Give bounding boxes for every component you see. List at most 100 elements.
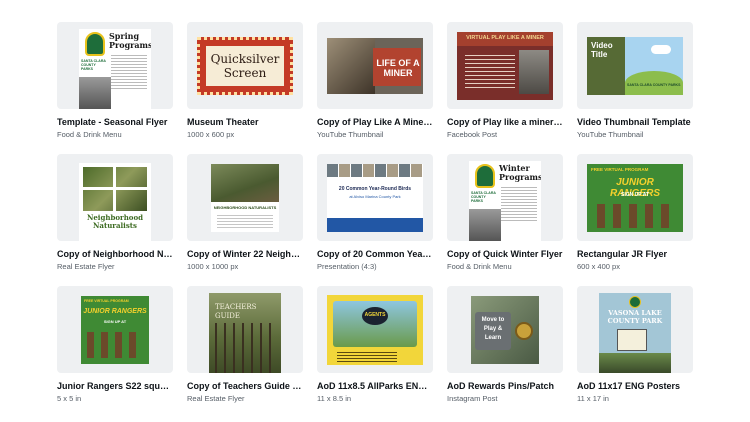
thumbnail-heading: TEACHERS GUIDE [215,303,257,320]
thumbnail-text-lines [111,53,147,89]
design-title[interactable]: AoD 11x8.5 AllParks ENG/S... [317,381,433,392]
design-thumbnail-area[interactable]: Quicksilver Screen [187,22,303,109]
thumbnail-heading: Video Title [591,40,613,59]
design-title[interactable]: Copy of 20 Common Year-... [317,249,433,260]
design-thumbnail-area[interactable]: FREE VIRTUAL PROGRAM JUNIOR RANGERS SIGN… [57,286,173,373]
design-title[interactable]: Video Thumbnail Template [577,117,693,128]
design-thumbnail[interactable]: NEIGHBORHOOD NATURALISTS [211,163,279,232]
design-card[interactable]: Video Title SANTA CLARA COUNTY PARKS Vid… [577,22,693,140]
design-title[interactable]: Template - Seasonal Flyer [57,117,173,128]
thumbnail-cta: SIGN UP AT [103,318,127,324]
thumbnail-photo [519,49,549,94]
thumbnail-footer-band [327,217,423,232]
thumbnail-org: SANTA CLARA COUNTY PARKS [627,82,681,87]
thumbnail-photo [211,163,279,202]
design-title[interactable]: Copy of Teachers Guide for... [187,381,303,392]
design-card[interactable]: Quicksilver Screen Museum Theater 1000 x… [187,22,303,140]
design-thumbnail-area[interactable]: Neighborhood Naturalists [57,154,173,241]
design-thumbnail-area[interactable]: LIFE OF A MINER [317,22,433,109]
design-thumbnail[interactable]: VASONA LAKE COUNTY PARK [599,293,671,373]
cattail-reeds [215,323,275,373]
design-subtitle: Food & Drink Menu [57,130,122,139]
design-thumbnail[interactable]: Video Title SANTA CLARA COUNTY PARKS [587,36,683,95]
thumbnail-org: SANTA CLARA COUNTY PARKS [471,191,496,203]
design-thumbnail[interactable]: 20 Common Year-Round Birds at Alviso Mar… [327,163,423,232]
design-thumbnail-area[interactable]: Move to Play & Learn [447,286,563,373]
design-card[interactable]: VASONA LAKE COUNTY PARK AoD 11x17 ENG Po… [577,286,693,404]
ranger-characters [87,331,143,358]
parks-logo-icon [85,32,105,56]
design-card[interactable]: VIRTUAL PLAY LIKE A MINER Copy of Play l… [447,22,563,140]
design-subtitle: 1000 x 600 px [187,130,235,139]
design-thumbnail-area[interactable]: VASONA LAKE COUNTY PARK [577,286,693,373]
design-title[interactable]: Rectangular JR Flyer [577,249,693,260]
thumbnail-text-lines [217,212,273,229]
design-thumbnail-area[interactable]: Winter Programs SANTA CLARA COUNTY PARKS [447,154,563,241]
thumbnail-heading: VIRTUAL PLAY LIKE A MINER [466,34,544,41]
design-title[interactable]: Museum Theater [187,117,303,128]
thumbnail-heading: LIFE OF A MINER [376,57,420,78]
design-title[interactable]: Copy of Neighborhood Nat... [57,249,173,260]
thumbnail-photo [469,209,501,241]
design-title[interactable]: AoD 11x17 ENG Posters [577,381,693,392]
design-title[interactable]: Copy of Play like a miner vi... [447,117,563,128]
design-card[interactable]: Move to Play & Learn AoD Rewards Pins/Pa… [447,286,563,404]
design-title[interactable]: Copy of Play Like A Miner T... [317,117,433,128]
design-thumbnail-area[interactable]: Video Title SANTA CLARA COUNTY PARKS [577,22,693,109]
thumbnail-tag: FREE VIRTUAL PROGRAM [84,298,129,303]
design-thumbnail[interactable]: Neighborhood Naturalists [79,163,151,241]
thumbnail-bird-strip [327,163,423,177]
design-subtitle: 600 x 400 px [577,262,620,271]
thumbnail-photo [327,37,375,94]
design-card[interactable]: FREE VIRTUAL PROGRAM JUNIOR RANGERS SIGN… [577,154,693,272]
design-title[interactable]: AoD Rewards Pins/Patch [447,381,563,392]
cloud-icon [651,44,671,54]
design-subtitle: 5 x 5 in [57,394,82,403]
parks-logo-icon [475,164,495,188]
design-card[interactable]: 20 Common Year-Round Birds at Alviso Mar… [317,154,433,272]
design-thumbnail-area[interactable]: VIRTUAL PLAY LIKE A MINER [447,22,563,109]
thumbnail-heading: Move to Play & Learn [481,316,505,341]
design-subtitle: YouTube Thumbnail [317,130,384,139]
design-title[interactable]: Copy of Winter 22 Neighbo... [187,249,303,260]
design-thumbnail-area[interactable]: AGENTS [317,286,433,373]
thumbnail-heading: Spring Programs [109,31,151,50]
design-thumbnail[interactable]: FREE VIRTUAL PROGRAM JUNIOR RANGERS SIGN… [81,295,149,364]
thumbnail-text-lines [337,349,397,362]
design-card[interactable]: Spring Programs SANTA CLARA COUNTY PARKS… [57,22,173,140]
thumbnail-heading: AGENTS [364,311,386,318]
design-thumbnail-area[interactable]: FREE VIRTUAL PROGRAM JUNIOR RANGERS SIGN… [577,154,693,241]
design-card[interactable]: FREE VIRTUAL PROGRAM JUNIOR RANGERS SIGN… [57,286,173,404]
design-thumbnail[interactable]: Quicksilver Screen [197,36,293,95]
design-thumbnail[interactable]: AGENTS [327,294,423,365]
design-thumbnail-area[interactable]: NEIGHBORHOOD NATURALISTS [187,154,303,241]
parks-logo-icon [629,296,641,308]
design-title[interactable]: Junior Rangers S22 square ... [57,381,173,392]
design-thumbnail[interactable]: Spring Programs SANTA CLARA COUNTY PARKS [79,29,151,109]
thumbnail-text-lines [465,51,515,88]
design-thumbnail-area[interactable]: TEACHERS GUIDE [187,286,303,373]
design-subtitle: 1000 x 1000 px [187,262,239,271]
design-thumbnail[interactable]: FREE VIRTUAL PROGRAM JUNIOR RANGERS SIGN… [587,163,683,232]
design-thumbnail-area[interactable]: 20 Common Year-Round Birds at Alviso Mar… [317,154,433,241]
thumbnail-heading: VASONA LAKE COUNTY PARK [607,309,663,325]
design-thumbnail[interactable]: Move to Play & Learn [471,295,539,364]
design-thumbnail[interactable]: LIFE OF A MINER [327,37,423,94]
design-card[interactable]: TEACHERS GUIDE Copy of Teachers Guide fo… [187,286,303,404]
design-card[interactable]: Winter Programs SANTA CLARA COUNTY PARKS… [447,154,563,272]
thumbnail-heading: Winter Programs [499,163,541,182]
design-thumbnail-area[interactable]: Spring Programs SANTA CLARA COUNTY PARKS [57,22,173,109]
designs-grid: Spring Programs SANTA CLARA COUNTY PARKS… [57,22,693,404]
design-card[interactable]: AGENTS AoD 11x8.5 AllParks ENG/S... 11 x… [317,286,433,404]
design-card[interactable]: Neighborhood Naturalists Copy of Neighbo… [57,154,173,272]
design-thumbnail[interactable]: Winter Programs SANTA CLARA COUNTY PARKS [469,161,541,241]
thumbnail-heading: Neighborhood Naturalists [86,213,144,230]
design-card[interactable]: LIFE OF A MINER Copy of Play Like A Mine… [317,22,433,140]
design-subtitle: Presentation (4:3) [317,262,377,271]
design-title[interactable]: Copy of Quick Winter Flyer [447,249,563,260]
design-thumbnail[interactable]: TEACHERS GUIDE [209,293,281,373]
thumbnail-tag: FREE VIRTUAL PROGRAM [591,166,649,172]
thumbnail-heading: 20 Common Year-Round Birds [338,185,412,192]
design-card[interactable]: NEIGHBORHOOD NATURALISTS Copy of Winter … [187,154,303,272]
design-thumbnail[interactable]: VIRTUAL PLAY LIKE A MINER [457,31,553,100]
